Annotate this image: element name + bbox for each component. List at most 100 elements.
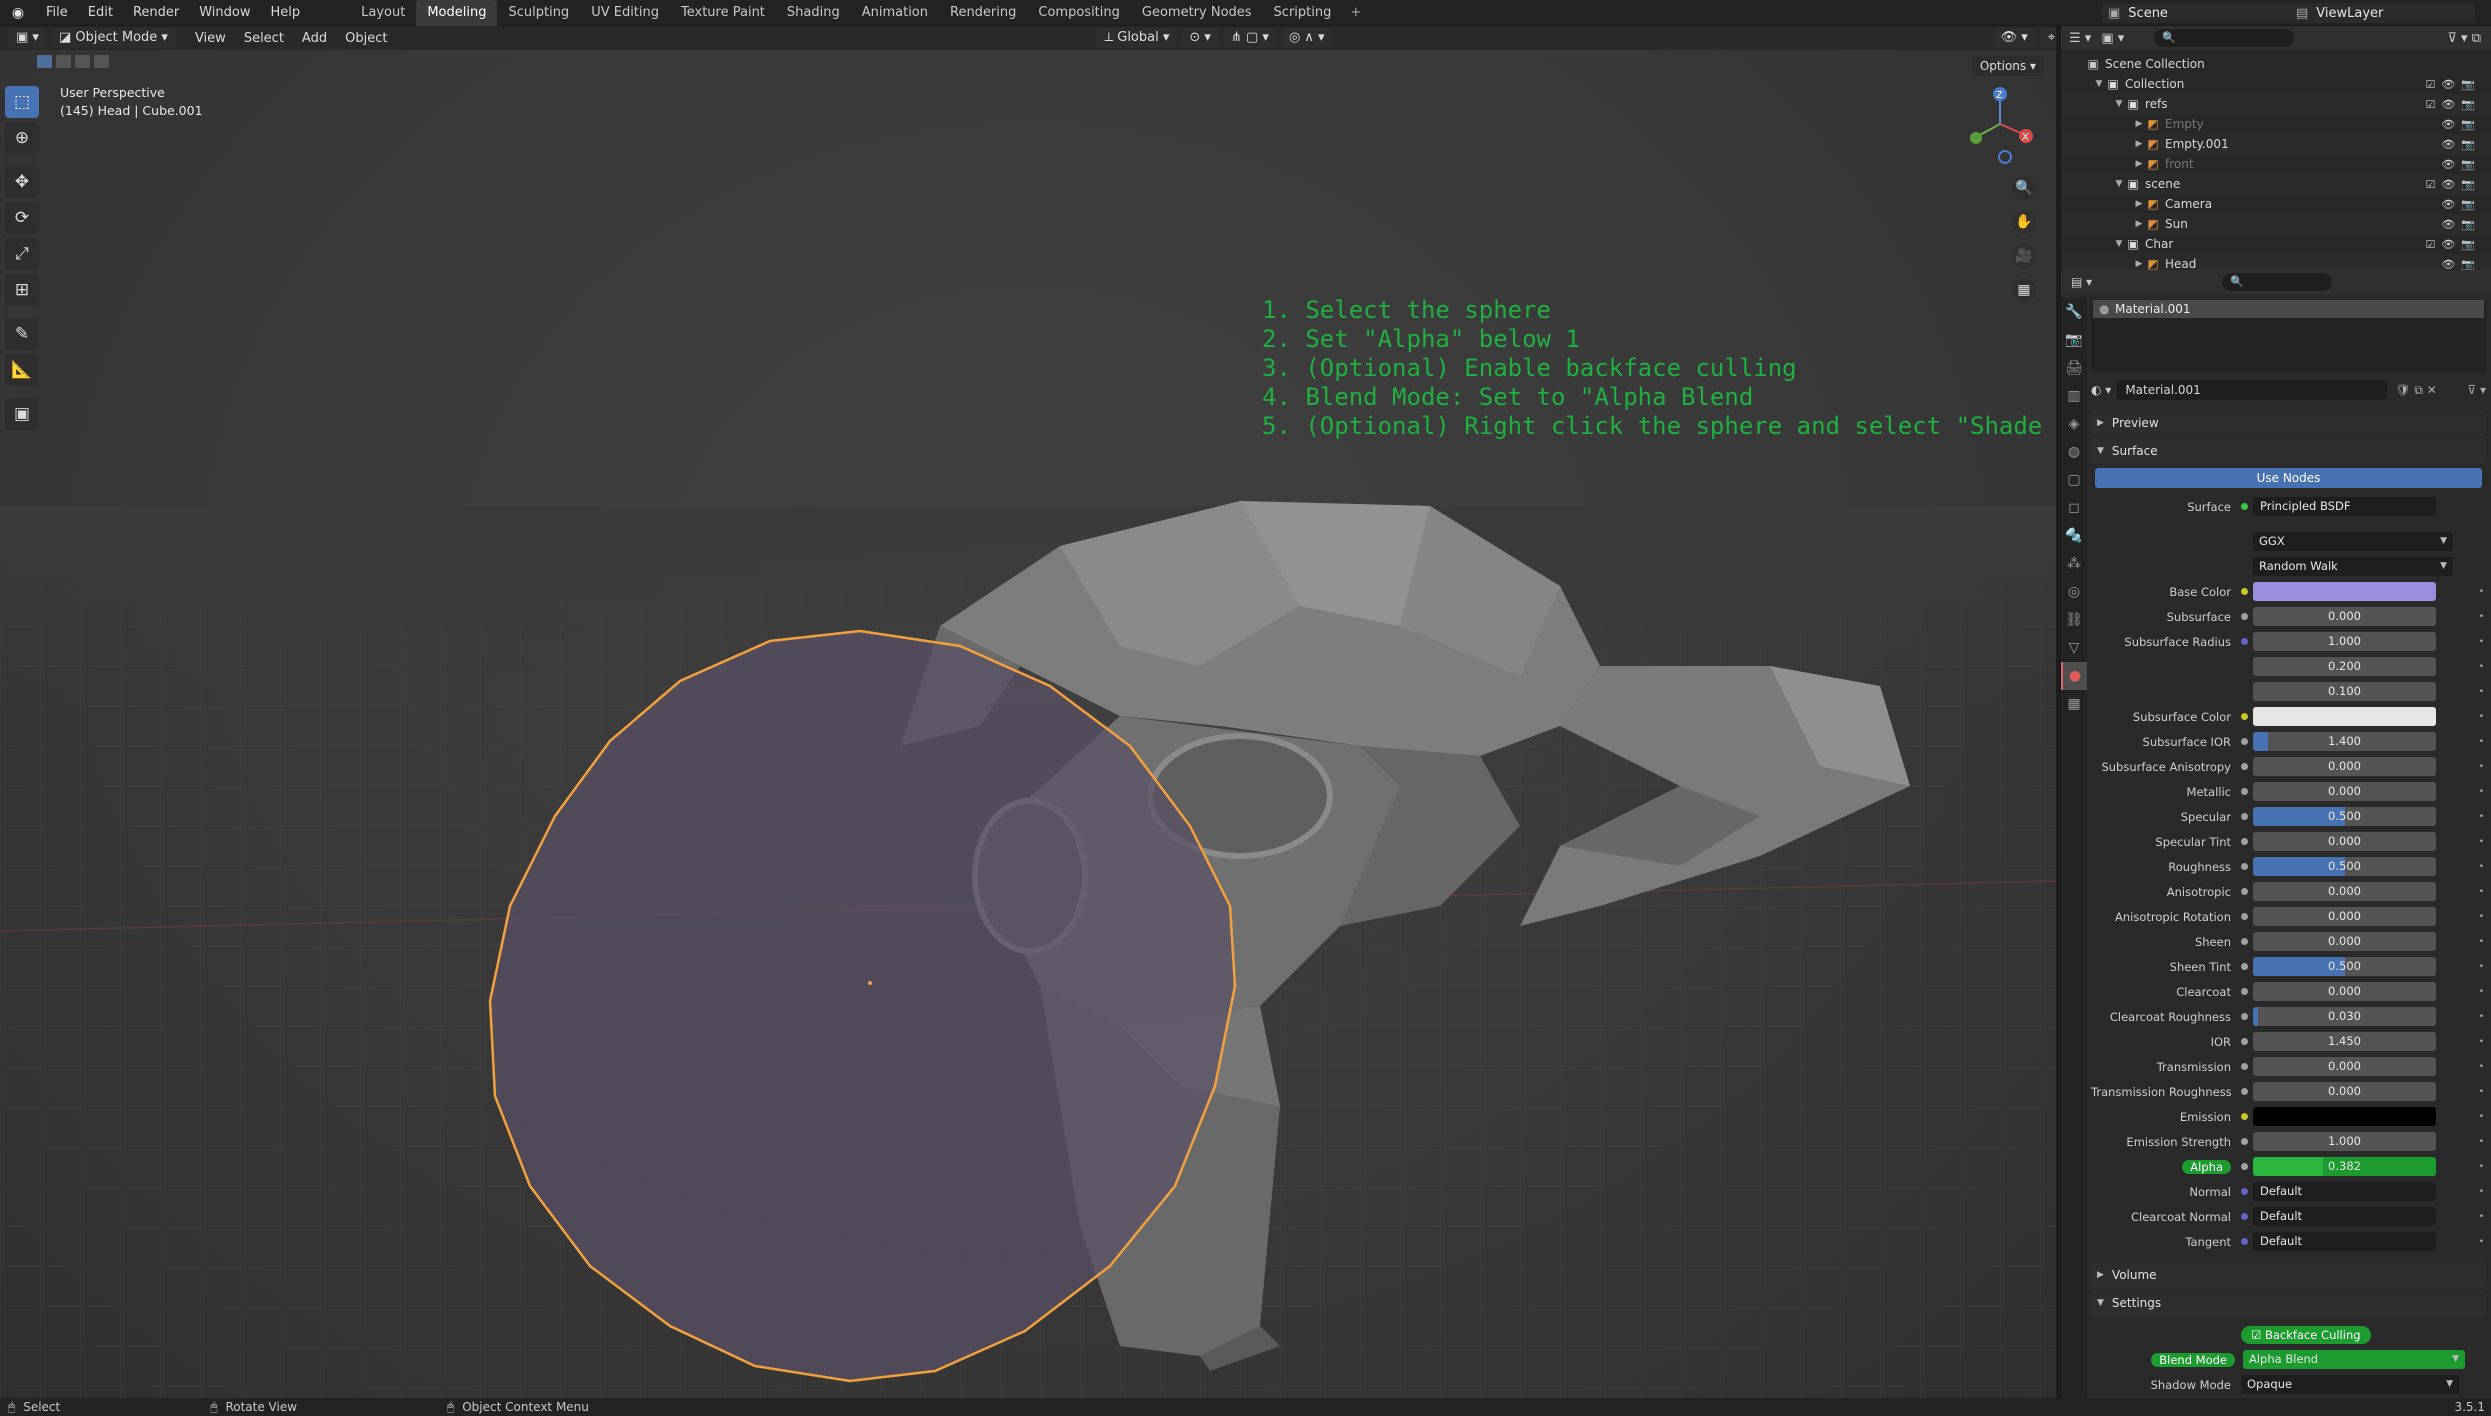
editor-type-button[interactable]: ▣ ▾ <box>8 28 47 48</box>
value-slider[interactable]: 0.000 <box>2253 832 2436 851</box>
mode-selector[interactable]: ◪ Object Mode ▾ <box>50 28 176 48</box>
measure-tool-icon[interactable]: 📐 <box>5 354 39 386</box>
keyframe-dot-icon[interactable]: • <box>2479 1087 2484 1097</box>
add-workspace-icon[interactable]: + <box>1342 5 1369 20</box>
socket-icon[interactable] <box>2241 1038 2248 1045</box>
outliner-item[interactable]: ▼ ▣ scene ☑👁📷 <box>2061 174 2491 194</box>
visibility-toggle-icons[interactable]: 👁📷 <box>2441 258 2481 271</box>
socket-icon[interactable] <box>2241 1188 2248 1195</box>
data-tab-icon[interactable]: ▽ <box>2061 634 2087 662</box>
outliner-item[interactable]: ▼ ▣ Collection ☑👁📷 <box>2061 74 2491 94</box>
expand-arrow-icon[interactable]: ▶ <box>2133 119 2145 129</box>
scale-tool-icon[interactable]: ⤢ <box>5 238 39 270</box>
rotate-tool-icon[interactable]: ⟳ <box>5 202 39 234</box>
properties-search[interactable]: 🔍 <box>2222 273 2333 291</box>
tool-tab-icon[interactable]: 🔧 <box>2061 298 2087 326</box>
tab-shading[interactable]: Shading <box>776 0 851 26</box>
value-slider[interactable]: 0.500 <box>2253 807 2436 826</box>
keyframe-dot-icon[interactable]: • <box>2479 1162 2484 1172</box>
socket-icon[interactable] <box>2241 1113 2248 1120</box>
keyframe-dot-icon[interactable]: • <box>2479 662 2484 672</box>
keyframe-dot-icon[interactable]: • <box>2479 737 2484 747</box>
value-slider[interactable]: 0.500 <box>2253 857 2436 876</box>
socket-icon[interactable] <box>2241 1138 2248 1145</box>
outliner-item[interactable]: ▶ ◩ Camera 👁📷 <box>2061 194 2491 214</box>
tab-uv-editing[interactable]: UV Editing <box>580 0 670 26</box>
expand-arrow-icon[interactable]: ▼ <box>2093 79 2105 89</box>
tab-sculpting[interactable]: Sculpting <box>497 0 580 26</box>
value-slider[interactable]: 0.030 <box>2253 1007 2436 1026</box>
socket-icon[interactable] <box>2241 888 2248 895</box>
view-layer-selector[interactable]: ▤ ViewLayer <box>2290 3 2475 23</box>
menu-edit[interactable]: Edit <box>78 5 123 20</box>
transform-orientation[interactable]: ⟂ Global ▾ <box>1096 28 1178 48</box>
physics-tab-icon[interactable]: ◎ <box>2061 578 2087 606</box>
keyframe-dot-icon[interactable]: • <box>2479 637 2484 647</box>
tab-scripting[interactable]: Scripting <box>1263 0 1343 26</box>
socket-icon[interactable] <box>2241 1063 2248 1070</box>
keyframe-dot-icon[interactable]: • <box>2479 787 2484 797</box>
proportional-edit-icon[interactable]: ◎ ∧ ▾ <box>1280 28 1333 48</box>
socket-icon[interactable] <box>2241 763 2248 770</box>
socket-icon[interactable] <box>2241 838 2248 845</box>
value-slider[interactable]: 1.000 <box>2253 632 2436 651</box>
value-slider[interactable]: 0.000 <box>2253 907 2436 926</box>
surface-panel-header[interactable]: ▼ Surface <box>2091 438 2486 464</box>
keyframe-dot-icon[interactable]: • <box>2479 912 2484 922</box>
keyframe-dot-icon[interactable]: • <box>2479 812 2484 822</box>
volume-panel-header[interactable]: ▶ Volume <box>2091 1262 2486 1288</box>
keyframe-dot-icon[interactable]: • <box>2479 1137 2484 1147</box>
gizmo-icon[interactable]: ⌖ ▾ <box>2039 28 2056 48</box>
color-swatch[interactable] <box>2253 1107 2436 1126</box>
visibility-toggle-icons[interactable]: ☑👁📷 <box>2425 78 2481 91</box>
keyframe-dot-icon[interactable]: • <box>2479 587 2484 597</box>
outliner-search[interactable]: 🔍 <box>2154 29 2295 47</box>
color-swatch[interactable] <box>2253 582 2436 601</box>
value-slider[interactable]: 0.100 <box>2253 682 2436 701</box>
cursor-tool-icon[interactable]: ⊕ <box>5 122 39 154</box>
expand-arrow-icon[interactable]: ▶ <box>2133 139 2145 149</box>
keyframe-dot-icon[interactable]: • <box>2479 1112 2484 1122</box>
socket-icon[interactable] <box>2241 863 2248 870</box>
select-box-tool-icon[interactable]: ⬚ <box>5 86 39 118</box>
annotate-tool-icon[interactable]: ✎ <box>5 318 39 350</box>
expand-arrow-icon[interactable]: ▶ <box>2133 159 2145 169</box>
material-tab-icon[interactable]: ● <box>2061 662 2087 690</box>
keyframe-dot-icon[interactable]: • <box>2479 837 2484 847</box>
visibility-icon[interactable]: 👁 ▾ <box>1992 28 2036 48</box>
outliner-root[interactable]: ▣ Scene Collection <box>2061 54 2491 74</box>
keyframe-dot-icon[interactable]: • <box>2479 712 2484 722</box>
expand-arrow-icon[interactable]: ▶ <box>2133 259 2145 269</box>
viewport-menu-select[interactable]: Select <box>235 31 293 46</box>
value-slider[interactable]: 0.000 <box>2253 882 2436 901</box>
options-button[interactable]: Options ▾ <box>1971 56 2044 76</box>
outliner-editor-icon[interactable]: ☰ ▾ <box>2069 31 2091 46</box>
socket-icon[interactable] <box>2241 788 2248 795</box>
tab-animation[interactable]: Animation <box>851 0 939 26</box>
visibility-toggle-icons[interactable]: ☑👁📷 <box>2425 178 2481 191</box>
texture-tab-icon[interactable]: ▦ <box>2061 690 2087 718</box>
keyframe-dot-icon[interactable]: • <box>2479 987 2484 997</box>
pivot-icon[interactable]: ⊙ ▾ <box>1181 28 1219 48</box>
keyframe-dot-icon[interactable]: • <box>2479 687 2484 697</box>
value-slider[interactable]: 1.000 <box>2253 1132 2436 1151</box>
zoom-icon[interactable]: 🔍 <box>2012 176 2036 200</box>
expand-arrow-icon[interactable]: ▼ <box>2113 239 2125 249</box>
navigation-gizmo[interactable]: Z X <box>1960 84 2040 164</box>
world-tab-icon[interactable]: ◍ <box>2061 438 2087 466</box>
scene-tab-icon[interactable]: ◈ <box>2061 410 2087 438</box>
properties-editor-icon[interactable]: ▤ ▾ <box>2071 275 2092 289</box>
visibility-toggle-icons[interactable]: 👁📷 <box>2441 198 2481 211</box>
keyframe-dot-icon[interactable]: • <box>2479 1212 2484 1222</box>
select-new-icon[interactable] <box>36 54 53 69</box>
object-tab-icon[interactable]: ◻ <box>2061 494 2087 522</box>
constraints-tab-icon[interactable]: ⛓ <box>2061 606 2087 634</box>
expand-arrow-icon[interactable]: ▼ <box>2113 99 2125 109</box>
value-slider[interactable]: 0.000 <box>2253 782 2436 801</box>
select-subtract-icon[interactable] <box>74 54 91 69</box>
keyframe-dot-icon[interactable]: • <box>2479 862 2484 872</box>
material-name-field[interactable]: Material.001 <box>2117 380 2388 400</box>
socket-icon[interactable] <box>2241 1213 2248 1220</box>
value-slider[interactable]: 0.500 <box>2253 957 2436 976</box>
modifier-tab-icon[interactable]: 🔩 <box>2061 522 2087 550</box>
